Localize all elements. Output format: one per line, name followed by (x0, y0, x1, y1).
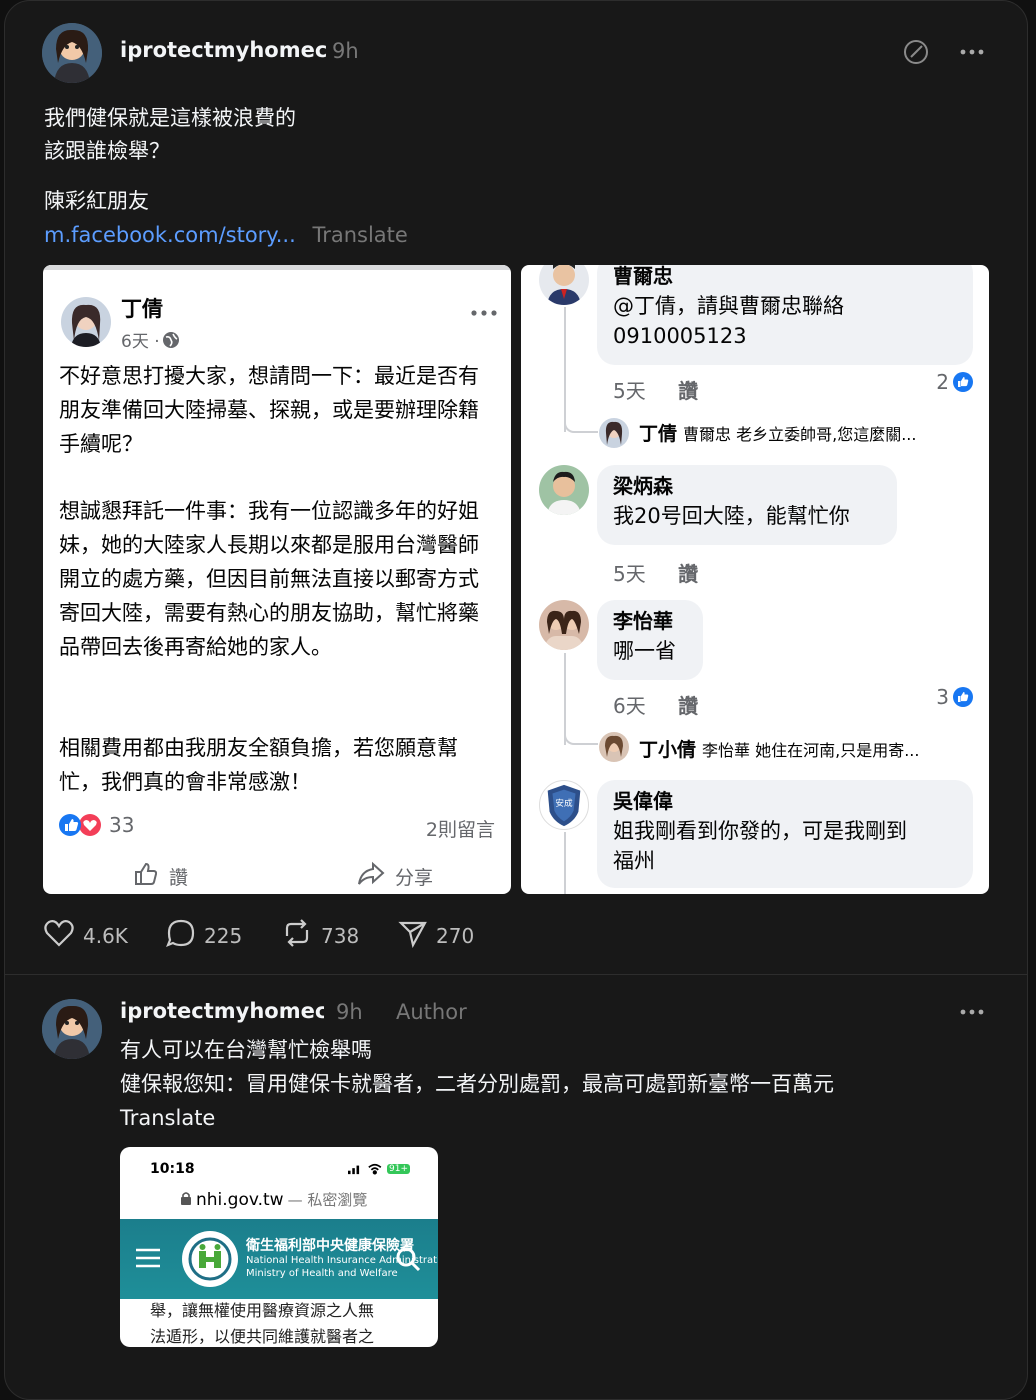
comment-bubble[interactable]: 梁炳森 我20号回大陸，能幫忙你 (597, 465, 897, 545)
comment-reply[interactable]: 丁小倩 李怡華 她住在河南,只是用寄... (639, 735, 979, 762)
comment-reply[interactable]: 丁倩 曹爾忠 老乡立委帥哥,您這麼關... (639, 419, 979, 446)
comment-bubble[interactable]: 李怡華 哪一省 (597, 600, 703, 680)
comment-count-total: 225 (204, 923, 243, 948)
comment-like-count: 3 (936, 685, 973, 709)
reply-time: 9h (336, 1000, 363, 1024)
share-icon (398, 918, 428, 953)
comment-button[interactable]: 225 (166, 918, 242, 953)
reply-text-line: 有人可以在台灣幫忙檢舉嗎 (120, 1038, 372, 1062)
globe-icon (162, 331, 180, 349)
fb-share-button[interactable]: 分享 (357, 861, 433, 892)
comment-bubble[interactable]: 曹爾忠 @丁倩，請與曹爾忠聯絡 0910005123 (597, 265, 973, 365)
post-time: 9h (332, 39, 359, 63)
comment-text: 姐我剛看到你發的，可是我剛到 (613, 819, 907, 843)
post-username[interactable]: iprotectmyhomec (120, 38, 327, 62)
love-reaction-icon (79, 814, 101, 836)
threads-feed: iprotectmyhomec 9h 我們健保就是這樣被浪費的 該跟誰檢舉？ 陳… (4, 0, 1028, 1400)
replier-avatar (599, 418, 629, 448)
avatar[interactable] (42, 23, 102, 83)
fb-like-button[interactable]: 讚 (133, 861, 188, 892)
commenter-name[interactable]: 曹爾忠 (613, 265, 957, 291)
commenter-name[interactable]: 李怡華 (613, 606, 687, 636)
status-clock: 10:18 (150, 1161, 195, 1177)
comment-text: @丁倩，請與曹爾忠聯絡 (613, 294, 844, 318)
share-count: 270 (436, 923, 475, 948)
more-icon[interactable] (957, 997, 987, 1027)
repost-count: 738 (321, 923, 360, 948)
repost-icon (281, 918, 313, 953)
avatar-badge-text: 安成 (555, 797, 573, 809)
fb-post-paragraph: 相關費用都由我朋友全額負擔，若您願意幫忙，我們真的會非常感激！ (59, 736, 458, 794)
nhi-org-cn: 衛生福利部中央健康保險署 (246, 1238, 414, 1254)
comment-time: 5天 (613, 379, 646, 403)
comment-icon (166, 918, 196, 953)
commenter-name[interactable]: 吳偉偉 (613, 786, 957, 816)
nhi-body-text: 法遁形，以便共同維護就醫者之 (150, 1327, 375, 1346)
commenter-name[interactable]: 梁炳森 (613, 471, 881, 501)
like-button[interactable]: 4.6K (43, 918, 128, 953)
fb-author-avatar (61, 297, 111, 347)
nhi-header: 衛生福利部中央健康保險署 National Health Insurance A… (120, 1219, 438, 1299)
menu-icon[interactable] (134, 1247, 162, 1273)
search-icon[interactable] (394, 1245, 422, 1277)
repost-button[interactable]: 738 (281, 918, 359, 953)
comment-text: 福州 (613, 849, 655, 873)
fb-post-screenshot[interactable]: 丁倩 6天 · 不好意思打擾大家，想請問一下：最近是否有朋友準備回大陸掃墓、探親… (43, 265, 511, 894)
fb-share-icon (357, 861, 385, 892)
nhi-org-en: Ministry of Health and Welfare (246, 1268, 398, 1279)
like-icon (953, 372, 973, 392)
post-text-line: 該跟誰檢舉？ (44, 139, 170, 163)
status-icons: 91+ (348, 1162, 410, 1176)
commenter-avatar (539, 600, 589, 650)
reply-username[interactable]: iprotectmyhomec (120, 999, 324, 1023)
nhi-logo (182, 1231, 238, 1287)
post-text-line: 陳彩紅朋友 (44, 189, 149, 213)
fb-post-paragraph: 想誠懇拜託一件事：我有一位認識多年的好姐妹，她的大陸家人長期以來都是服用台灣醫師… (59, 499, 479, 659)
fb-post-meta: 6天 · (121, 332, 160, 352)
like-icon (133, 861, 159, 892)
nhi-body-text: 舉，讓無權使用醫療資源之人無 (150, 1301, 375, 1320)
translate-link[interactable]: Translate (120, 1102, 215, 1135)
reaction-count[interactable]: 33 (109, 813, 134, 837)
avatar[interactable] (42, 999, 102, 1059)
commenter-avatar (539, 465, 589, 515)
browser-url: nhi.gov.tw (196, 1189, 284, 1210)
edit-icon[interactable] (901, 37, 931, 67)
heart-icon (43, 918, 75, 953)
fb-author-name[interactable]: 丁倩 (121, 293, 163, 323)
comment-like-button[interactable]: 讚 (678, 562, 698, 586)
lock-icon (180, 1190, 192, 1210)
author-badge: Author (396, 1000, 467, 1024)
replier-avatar (599, 732, 629, 762)
battery-badge: 91+ (387, 1164, 410, 1174)
comment-text: 我20号回大陸，能幫忙你 (613, 504, 850, 528)
share-button[interactable]: 270 (398, 918, 474, 953)
fb-post-paragraph: 不好意思打擾大家，想請問一下：最近是否有朋友準備回大陸掃墓、探親，或是要辦理除籍… (59, 364, 479, 456)
post-divider (5, 974, 1027, 975)
comment-count[interactable]: 2則留言 (426, 815, 495, 842)
post-text-line: 我們健保就是這樣被浪費的 (44, 106, 296, 130)
like-count: 4.6K (83, 923, 128, 948)
commenter-avatar: 安成 (539, 780, 589, 830)
translate-link[interactable]: Translate (312, 223, 407, 247)
more-icon[interactable] (957, 37, 987, 67)
comment-time: 5天 (613, 562, 646, 586)
like-icon (953, 687, 973, 707)
comment-time: 6天 (613, 694, 646, 718)
fb-comments-screenshot[interactable]: 曹爾忠 @丁倩，請與曹爾忠聯絡 0910005123 5天 讚 2 丁倩 曹爾忠 … (521, 265, 989, 894)
commenter-avatar (539, 265, 589, 305)
reply-text-line: 健保報您知：冒用健保卡就醫者，二者分別處罰，最高可處罰新臺幣一百萬元 (120, 1072, 834, 1096)
comment-like-count: 2 (936, 370, 973, 394)
private-label: — 私密瀏覽 (287, 1191, 368, 1209)
post-link[interactable]: m.facebook.com/story... (44, 223, 296, 247)
comment-bubble[interactable]: 吳偉偉 姐我剛看到你發的，可是我剛到 福州 (597, 780, 973, 888)
comment-like-button[interactable]: 讚 (678, 379, 698, 403)
comment-text: 0910005123 (613, 324, 747, 348)
comment-like-button[interactable]: 讚 (678, 694, 698, 718)
fb-more-icon[interactable] (471, 301, 497, 320)
comment-text: 哪一省 (613, 639, 676, 663)
like-reaction-icon (59, 814, 81, 836)
phone-screenshot-image[interactable]: 10:18 91+ nhi.gov.tw — 私密瀏覽 衛生福利部中央健康保險署… (120, 1147, 438, 1347)
